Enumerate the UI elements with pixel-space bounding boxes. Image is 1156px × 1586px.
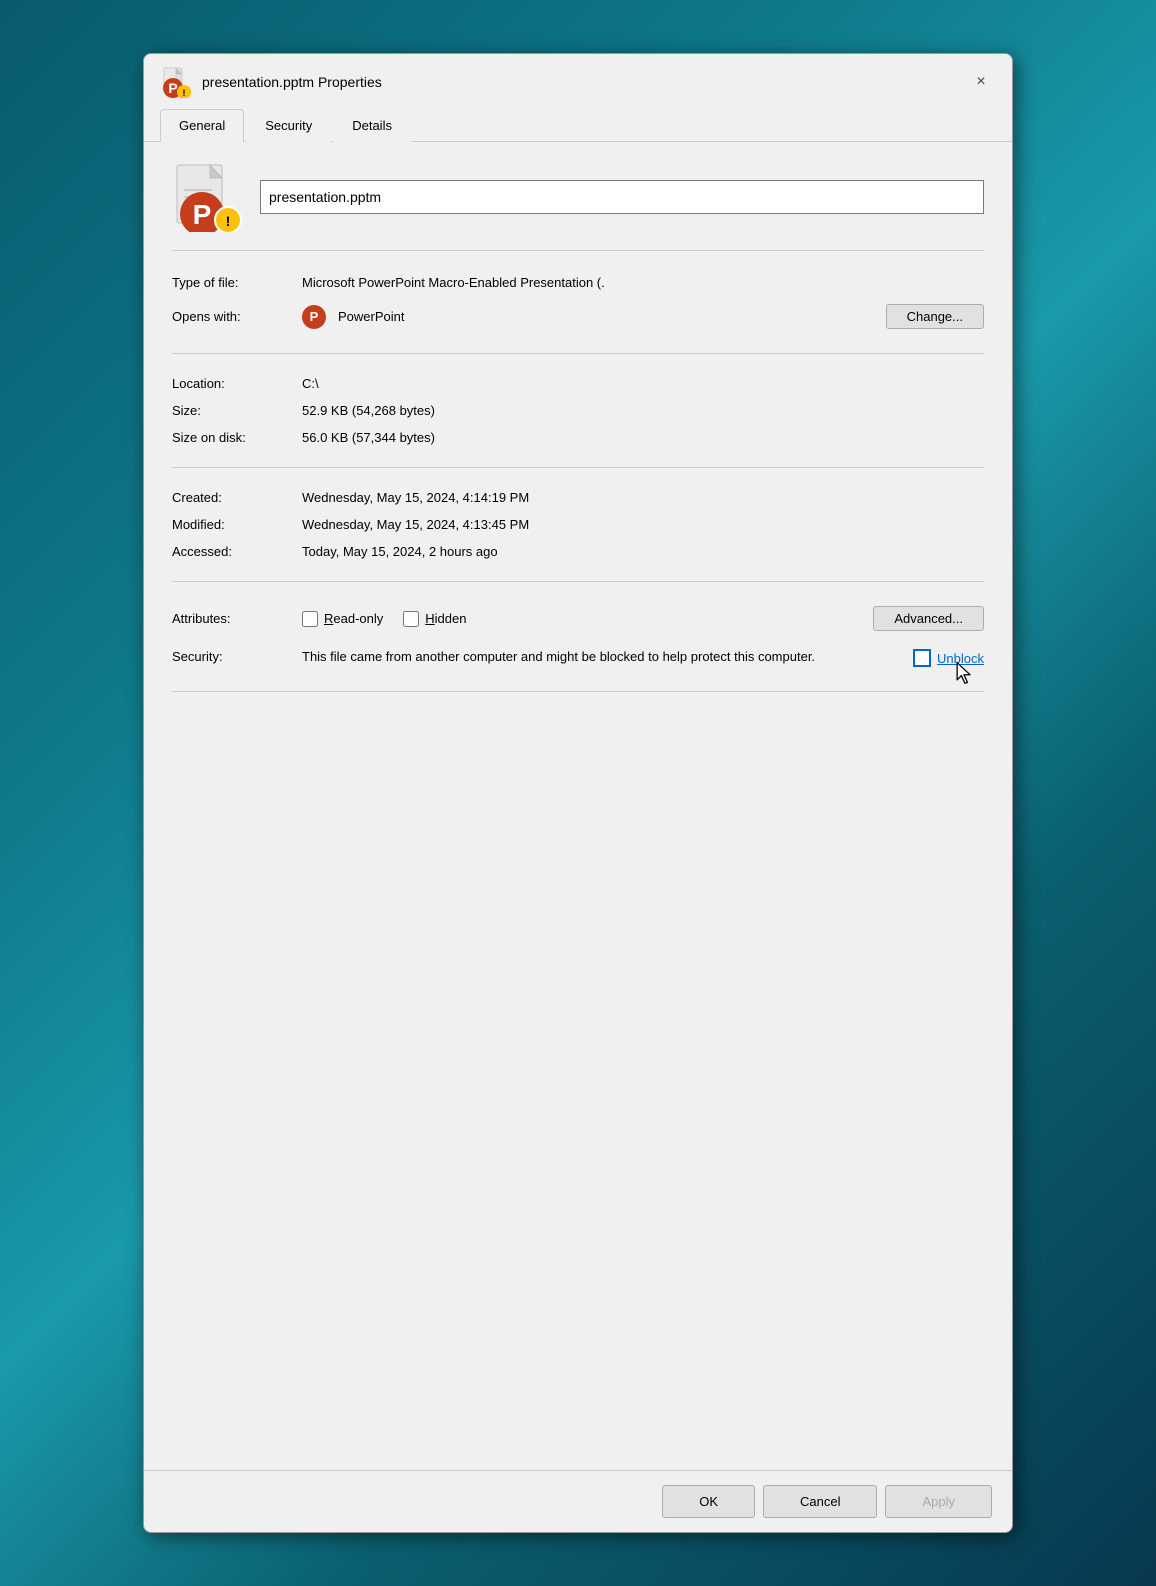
file-icon: P ! <box>172 162 242 232</box>
location-value: C:\ <box>302 376 984 391</box>
attributes-section: Attributes: Read-only Hidden Advanced...… <box>172 598 984 692</box>
apply-button[interactable]: Apply <box>885 1485 992 1518</box>
type-row: Type of file: Microsoft PowerPoint Macro… <box>172 269 984 296</box>
location-row: Location: C:\ <box>172 370 984 397</box>
ok-button[interactable]: OK <box>662 1485 755 1518</box>
unblock-area: Unblock <box>913 647 984 667</box>
created-value: Wednesday, May 15, 2024, 4:14:19 PM <box>302 490 984 505</box>
type-value: Microsoft PowerPoint Macro-Enabled Prese… <box>302 275 984 290</box>
hidden-checkbox[interactable] <box>403 611 419 627</box>
type-section: Type of file: Microsoft PowerPoint Macro… <box>172 269 984 354</box>
size-row: Size: 52.9 KB (54,268 bytes) <box>172 397 984 424</box>
tab-details[interactable]: Details <box>333 109 411 142</box>
powerpoint-icon: P <box>302 305 326 329</box>
unblock-label[interactable]: Unblock <box>937 651 984 666</box>
security-text: This file came from another computer and… <box>302 647 893 667</box>
attributes-label: Attributes: <box>172 611 302 626</box>
security-label: Security: <box>172 647 302 664</box>
modified-row: Modified: Wednesday, May 15, 2024, 4:13:… <box>172 511 984 538</box>
properties-dialog: P ! presentation.pptm Properties × Gener… <box>143 53 1013 1533</box>
size-on-disk-label: Size on disk: <box>172 430 302 445</box>
created-row: Created: Wednesday, May 15, 2024, 4:14:1… <box>172 484 984 511</box>
tab-content: P ! Type of file: Microsoft PowerPoint M… <box>144 142 1012 1470</box>
cancel-button[interactable]: Cancel <box>763 1485 877 1518</box>
svg-text:P: P <box>168 80 177 96</box>
title-file-icon: P ! <box>160 66 192 98</box>
readonly-checkbox[interactable] <box>302 611 318 627</box>
change-button[interactable]: Change... <box>886 304 984 329</box>
size-on-disk-row: Size on disk: 56.0 KB (57,344 bytes) <box>172 424 984 451</box>
opens-with-label: Opens with: <box>172 309 302 324</box>
title-bar-left: P ! presentation.pptm Properties <box>160 66 382 98</box>
svg-text:!: ! <box>183 88 186 98</box>
attributes-row: Attributes: Read-only Hidden Advanced... <box>172 598 984 639</box>
opens-with-app: PowerPoint <box>338 309 404 324</box>
tab-security[interactable]: Security <box>246 109 331 142</box>
accessed-row: Accessed: Today, May 15, 2024, 2 hours a… <box>172 538 984 565</box>
close-button[interactable]: × <box>966 67 996 97</box>
svg-text:P: P <box>193 199 212 230</box>
location-label: Location: <box>172 376 302 391</box>
created-label: Created: <box>172 490 302 505</box>
opens-with-row: Opens with: P PowerPoint Change... <box>172 296 984 337</box>
modified-label: Modified: <box>172 517 302 532</box>
security-inner: This file came from another computer and… <box>302 647 984 667</box>
dates-section: Created: Wednesday, May 15, 2024, 4:14:1… <box>172 484 984 582</box>
modified-value: Wednesday, May 15, 2024, 4:13:45 PM <box>302 517 984 532</box>
opens-with-content: P PowerPoint Change... <box>302 304 984 329</box>
unblock-checkbox[interactable] <box>913 649 931 667</box>
readonly-label: Read-only <box>324 611 383 626</box>
hidden-label: Hidden <box>425 611 466 626</box>
location-section: Location: C:\ Size: 52.9 KB (54,268 byte… <box>172 370 984 468</box>
size-label: Size: <box>172 403 302 418</box>
accessed-value: Today, May 15, 2024, 2 hours ago <box>302 544 984 559</box>
readonly-checkbox-item[interactable]: Read-only <box>302 611 383 627</box>
tab-general[interactable]: General <box>160 109 244 142</box>
accessed-label: Accessed: <box>172 544 302 559</box>
tab-bar: General Security Details <box>144 108 1012 142</box>
size-on-disk-value: 56.0 KB (57,344 bytes) <box>302 430 984 445</box>
size-value: 52.9 KB (54,268 bytes) <box>302 403 984 418</box>
attributes-controls: Read-only Hidden Advanced... <box>302 606 984 631</box>
dialog-title: presentation.pptm Properties <box>202 74 382 90</box>
filename-input[interactable] <box>260 180 984 214</box>
dialog-footer: OK Cancel Apply <box>144 1470 1012 1532</box>
type-label: Type of file: <box>172 275 302 290</box>
title-bar: P ! presentation.pptm Properties × <box>144 54 1012 108</box>
file-header: P ! <box>172 162 984 251</box>
advanced-button[interactable]: Advanced... <box>873 606 984 631</box>
svg-text:!: ! <box>226 213 231 229</box>
hidden-checkbox-item[interactable]: Hidden <box>403 611 466 627</box>
security-row: Security: This file came from another co… <box>172 639 984 675</box>
